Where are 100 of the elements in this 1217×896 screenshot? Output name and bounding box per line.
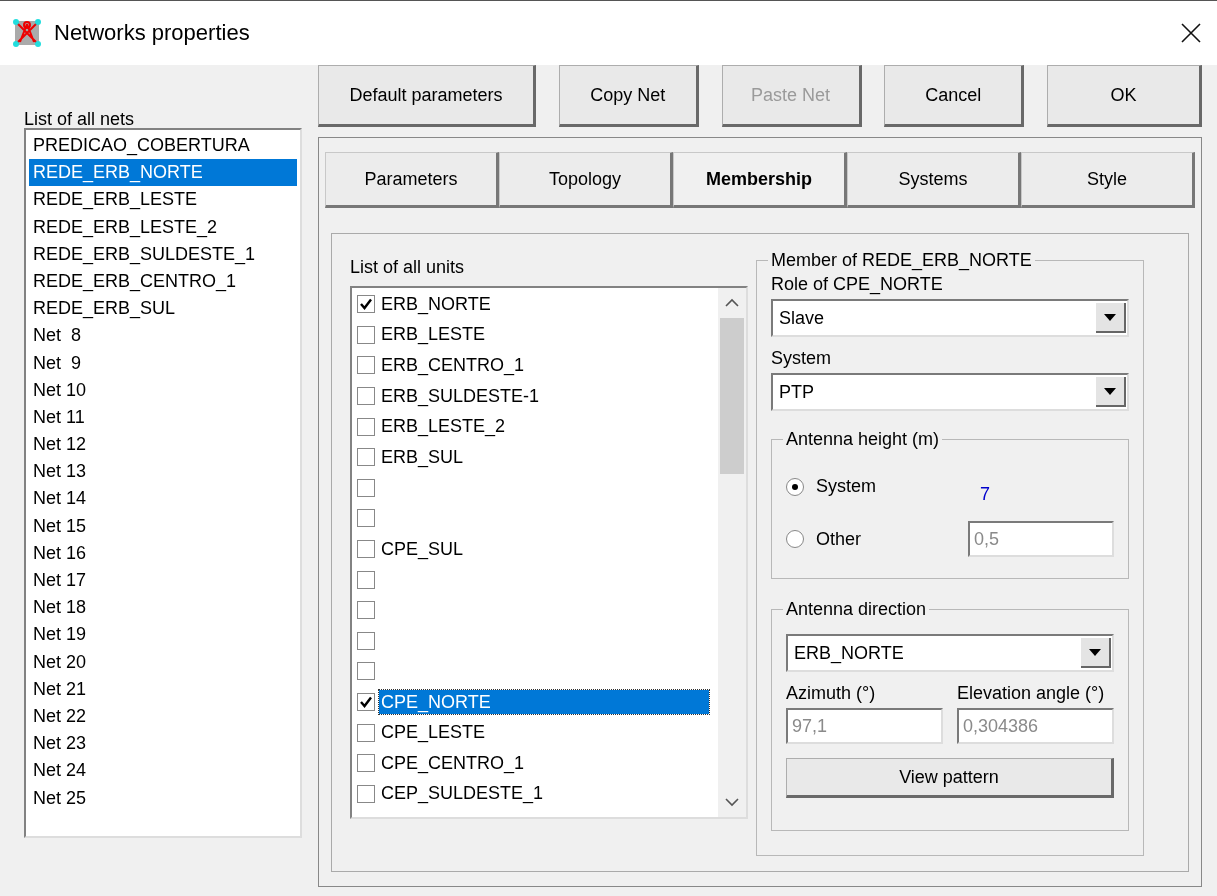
- scrollbar-thumb[interactable]: [720, 318, 744, 474]
- radio-label: Other: [815, 528, 863, 550]
- net-item[interactable]: PREDICAO_COBERTURA: [29, 132, 297, 160]
- checkbox[interactable]: [357, 754, 375, 773]
- role-dropdown[interactable]: Slave: [771, 299, 1129, 337]
- unit-label: ERB_SUL: [380, 445, 465, 469]
- list-row[interactable]: CPE_CENTRO_1: [357, 747, 718, 779]
- unit-label: CPE_NORTE: [380, 690, 492, 714]
- checkbox[interactable]: [357, 509, 375, 528]
- net-item[interactable]: Net 21: [29, 675, 297, 703]
- height-value: 7: [979, 483, 991, 505]
- system-dropdown[interactable]: PTP: [771, 373, 1129, 411]
- unit-label: CPE_CENTRO_1: [380, 751, 526, 775]
- unit-label: ERB_LESTE_2: [380, 415, 507, 439]
- group-title: Antenna height (m): [785, 429, 941, 450]
- view-pattern-button[interactable]: View pattern: [786, 758, 1114, 798]
- checkbox[interactable]: [357, 478, 375, 497]
- field-label: Role of CPE_NORTE: [771, 273, 944, 297]
- dropdown-arrow-icon: [1089, 648, 1101, 656]
- unit-label: ERB_LESTE: [380, 323, 487, 347]
- net-item[interactable]: REDE_ERB_SUL: [29, 295, 297, 323]
- checkbox[interactable]: [357, 325, 375, 344]
- net-item[interactable]: REDE_ERB_LESTE: [29, 186, 297, 214]
- toolbar-button[interactable]: Default parameters: [318, 65, 536, 127]
- net-item[interactable]: Net 13: [29, 458, 297, 486]
- checkbox[interactable]: [357, 295, 375, 314]
- checkbox[interactable]: [357, 448, 375, 467]
- checkbox[interactable]: [357, 693, 375, 711]
- field-label: Elevation angle (°): [957, 682, 1106, 705]
- list-row[interactable]: ERB_NORTE: [357, 289, 718, 320]
- dropdown-arrow-icon: [1104, 387, 1116, 395]
- field-label: Azimuth (°): [786, 682, 877, 705]
- checkbox[interactable]: [357, 570, 375, 589]
- window-title: Networks properties: [54, 20, 251, 46]
- net-item[interactable]: Net 8: [29, 322, 297, 350]
- list-row[interactable]: ERB_SULDESTE-1: [357, 380, 718, 412]
- unit-label: ERB_SULDESTE-1: [380, 384, 541, 408]
- field-label: System: [771, 347, 832, 370]
- checkbox[interactable]: [357, 540, 375, 559]
- close-icon[interactable]: [1181, 23, 1201, 43]
- checkbox[interactable]: [357, 387, 375, 406]
- net-item[interactable]: Net 17: [29, 567, 297, 595]
- net-item[interactable]: Net 18: [29, 594, 297, 622]
- unit-label: CEP_SULDESTE_1: [380, 782, 545, 806]
- net-item[interactable]: Net 22: [29, 702, 297, 731]
- tab[interactable]: Parameters: [325, 152, 499, 208]
- tab[interactable]: Membership: [673, 152, 847, 208]
- net-item[interactable]: Net 14: [29, 485, 297, 513]
- scroll-down-icon[interactable]: [725, 797, 739, 807]
- net-item[interactable]: Net 15: [29, 512, 297, 540]
- list-row[interactable]: CPE_LESTE: [357, 717, 718, 748]
- list-label: List of all units: [350, 256, 466, 278]
- net-item[interactable]: REDE_ERB_SULDESTE_1: [29, 240, 297, 268]
- unit-label: CPE_SUL: [380, 537, 465, 561]
- network-icon: [12, 18, 42, 48]
- net-item[interactable]: Net 23: [29, 730, 297, 758]
- list-row[interactable]: ERB_CENTRO_1: [357, 350, 718, 381]
- list-row[interactable]: CPE_SUL: [357, 533, 718, 565]
- net-item[interactable]: Net 19: [29, 621, 297, 649]
- checkbox[interactable]: [357, 723, 375, 742]
- tab[interactable]: Style: [1021, 152, 1195, 208]
- radio-button[interactable]: [786, 530, 804, 548]
- checkbox[interactable]: [357, 784, 375, 803]
- checkbox[interactable]: [357, 417, 375, 436]
- checkbox[interactable]: [357, 601, 375, 620]
- dropdown-arrow-icon: [1104, 313, 1116, 321]
- list-row[interactable]: ERB_LESTE: [357, 319, 718, 351]
- toolbar-button[interactable]: OK: [1047, 65, 1202, 127]
- list-row[interactable]: ERB_LESTE_2: [357, 411, 718, 442]
- checkbox[interactable]: [357, 356, 375, 375]
- net-item[interactable]: Net 12: [29, 431, 297, 459]
- list-row[interactable]: ERB_SUL: [357, 441, 718, 473]
- toolbar-button[interactable]: Cancel: [884, 65, 1025, 127]
- radio-label: System: [815, 476, 877, 497]
- net-item[interactable]: Net 20: [29, 648, 297, 676]
- radio-button[interactable]: [786, 477, 804, 496]
- scroll-up-icon[interactable]: [725, 298, 739, 308]
- unit-label: ERB_NORTE: [380, 292, 492, 316]
- checkbox[interactable]: [357, 662, 375, 681]
- net-item[interactable]: Net 9: [29, 349, 297, 377]
- unit-label: ERB_CENTRO_1: [380, 354, 526, 377]
- net-item[interactable]: REDE_ERB_LESTE_2: [29, 213, 297, 241]
- list-label: List of all nets: [24, 108, 136, 130]
- net-item[interactable]: REDE_ERB_CENTRO_1: [29, 267, 297, 296]
- list-row[interactable]: CEP_SULDESTE_1: [357, 778, 718, 810]
- net-item[interactable]: REDE_ERB_NORTE: [29, 159, 297, 187]
- checkbox[interactable]: [357, 631, 375, 650]
- unit-label: CPE_LESTE: [380, 721, 487, 745]
- net-item[interactable]: Net 11: [29, 403, 297, 432]
- scrollbar[interactable]: [718, 288, 746, 817]
- net-item[interactable]: Net 25: [29, 784, 297, 812]
- tab[interactable]: Systems: [847, 152, 1021, 208]
- group-title: Member of REDE_ERB_NORTE: [770, 250, 1033, 271]
- net-item[interactable]: Net 10: [29, 376, 297, 404]
- toolbar-button[interactable]: Copy Net: [558, 65, 699, 127]
- net-item[interactable]: Net 24: [29, 757, 297, 785]
- net-item[interactable]: Net 16: [29, 539, 297, 567]
- direction-dropdown[interactable]: ERB_NORTE: [786, 634, 1114, 672]
- group-title: Antenna direction: [785, 599, 928, 620]
- tab[interactable]: Topology: [499, 152, 673, 208]
